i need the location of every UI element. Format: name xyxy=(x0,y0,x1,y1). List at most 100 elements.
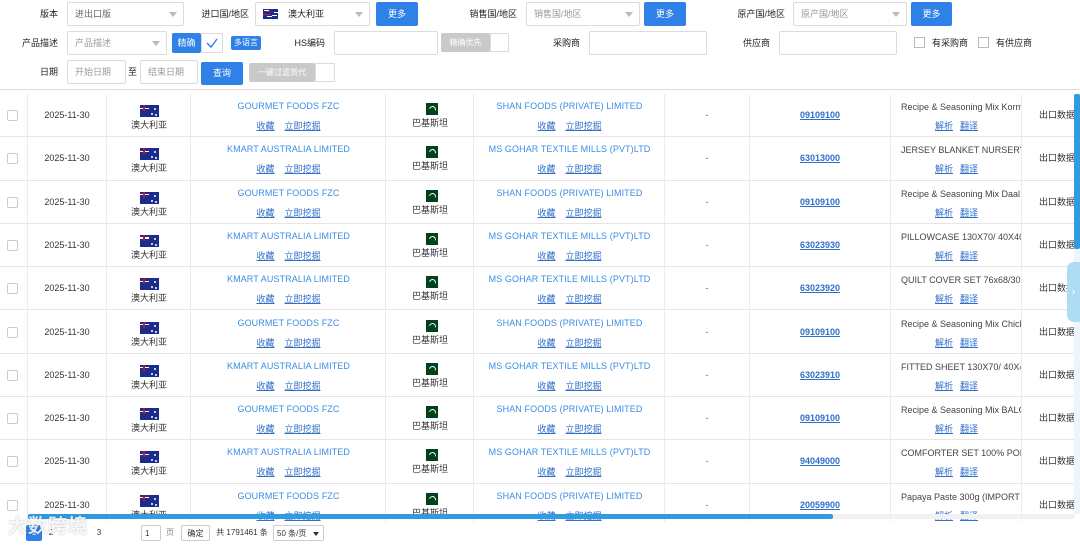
mine-button[interactable]: 立即挖掘 xyxy=(566,467,602,477)
hs-code-link[interactable]: 94049000 xyxy=(750,440,890,483)
origin-country-select[interactable]: 原产国/地区 xyxy=(793,2,907,26)
page-size-select[interactable]: 50 条/页 xyxy=(273,525,324,541)
mine-button[interactable]: 立即挖掘 xyxy=(285,381,321,391)
horizontal-scrollbar[interactable] xyxy=(28,514,1074,519)
importer-link[interactable]: GOURMET FOODS FZC xyxy=(191,101,386,111)
collect-button[interactable]: 收藏 xyxy=(256,121,274,131)
translate-button[interactable]: 翻译 xyxy=(960,121,978,131)
collect-button[interactable]: 收藏 xyxy=(537,208,555,218)
table-row[interactable]: 2025-11-30 澳大利亚 KMART AUSTRALIA LIMITED … xyxy=(0,137,1080,181)
sales-country-more-button[interactable]: 更多 xyxy=(644,2,686,26)
exact-first-toggle[interactable] xyxy=(490,33,509,52)
hs-code-link[interactable]: 63023910 xyxy=(750,354,890,397)
mine-button[interactable]: 立即挖掘 xyxy=(285,164,321,174)
exact-match-checkbox[interactable] xyxy=(201,33,223,53)
side-expand-tab[interactable]: › xyxy=(1067,262,1080,322)
table-row[interactable]: 2025-11-30 澳大利亚 KMART AUSTRALIA LIMITED … xyxy=(0,353,1080,398)
hs-code-link[interactable]: 20059900 xyxy=(750,484,890,527)
collect-button[interactable]: 收藏 xyxy=(256,424,274,434)
hs-code-link[interactable]: 09109100 xyxy=(750,181,890,224)
table-row[interactable]: 2025-11-30 澳大利亚 GOURMET FOODS FZC 收藏立即挖掘… xyxy=(0,397,1080,441)
collect-button[interactable]: 收藏 xyxy=(256,251,274,261)
search-button[interactable]: 查询 xyxy=(201,62,243,85)
mine-button[interactable]: 立即挖掘 xyxy=(285,424,321,434)
exporter-link[interactable]: SHAN FOODS (PRIVATE) LIMITED xyxy=(474,101,665,111)
horizontal-scrollbar-thumb[interactable] xyxy=(28,514,833,519)
translate-button[interactable]: 翻译 xyxy=(960,381,978,391)
hs-code-link[interactable]: 63023920 xyxy=(750,267,890,310)
row-checkbox[interactable] xyxy=(7,369,18,381)
filter-forwarder-button[interactable]: 一键过滤货代 xyxy=(249,63,315,82)
mine-button[interactable]: 立即挖掘 xyxy=(566,208,602,218)
row-checkbox[interactable] xyxy=(7,110,18,121)
filter-forwarder-toggle[interactable] xyxy=(315,63,335,82)
collect-button[interactable]: 收藏 xyxy=(256,208,274,218)
hs-code-link[interactable]: 63013000 xyxy=(750,137,890,180)
end-date-input[interactable]: 结束日期 xyxy=(140,60,198,84)
multi-language-button[interactable]: 多语言 xyxy=(231,36,261,50)
mine-button[interactable]: 立即挖掘 xyxy=(566,164,602,174)
analyze-button[interactable]: 解析 xyxy=(935,338,953,348)
collect-button[interactable]: 收藏 xyxy=(256,294,274,304)
importer-link[interactable]: KMART AUSTRALIA LIMITED xyxy=(191,361,386,371)
table-row[interactable]: 2025-11-30 澳大利亚 GOURMET FOODS FZC 收藏立即挖掘… xyxy=(0,483,1080,527)
origin-country-more-button[interactable]: 更多 xyxy=(911,2,952,26)
mine-button[interactable]: 立即挖掘 xyxy=(285,338,321,348)
analyze-button[interactable]: 解析 xyxy=(935,424,953,434)
translate-button[interactable]: 翻译 xyxy=(960,294,978,304)
importer-link[interactable]: GOURMET FOODS FZC xyxy=(191,318,386,328)
hs-code-input[interactable] xyxy=(334,31,438,55)
row-checkbox[interactable] xyxy=(7,456,18,468)
goto-confirm-button[interactable]: 确定 xyxy=(181,525,210,541)
row-checkbox[interactable] xyxy=(7,239,18,251)
importer-link[interactable]: KMART AUSTRALIA LIMITED xyxy=(191,274,386,284)
row-checkbox[interactable] xyxy=(7,153,18,165)
mine-button[interactable]: 立即挖掘 xyxy=(566,251,602,261)
hs-code-link[interactable]: 63023930 xyxy=(750,224,890,267)
analyze-button[interactable]: 解析 xyxy=(935,121,953,131)
analyze-button[interactable]: 解析 xyxy=(935,294,953,304)
mine-button[interactable]: 立即挖掘 xyxy=(285,208,321,218)
import-country-select[interactable]: 澳大利亚 xyxy=(255,2,370,26)
sales-country-select[interactable]: 销售国/地区 xyxy=(526,2,640,26)
table-row[interactable]: 2025-11-30 澳大利亚 GOURMET FOODS FZC 收藏立即挖掘… xyxy=(0,180,1080,224)
supplier-input[interactable] xyxy=(779,31,897,55)
row-checkbox[interactable] xyxy=(7,413,18,425)
analyze-button[interactable]: 解析 xyxy=(935,164,953,174)
collect-button[interactable]: 收藏 xyxy=(537,338,555,348)
hs-code-link[interactable]: 09109100 xyxy=(750,94,890,137)
mine-button[interactable]: 立即挖掘 xyxy=(566,424,602,434)
translate-button[interactable]: 翻译 xyxy=(960,467,978,477)
exporter-link[interactable]: MS GOHAR TEXTILE MILLS (PVT)LTD xyxy=(474,361,665,371)
hs-code-link[interactable]: 09109100 xyxy=(750,311,890,354)
product-desc-input[interactable]: 产品描述 xyxy=(67,31,167,55)
start-date-input[interactable]: 开始日期 xyxy=(67,60,126,84)
analyze-button[interactable]: 解析 xyxy=(935,208,953,218)
collect-button[interactable]: 收藏 xyxy=(537,121,555,131)
analyze-button[interactable]: 解析 xyxy=(935,381,953,391)
exporter-link[interactable]: MS GOHAR TEXTILE MILLS (PVT)LTD xyxy=(474,231,665,241)
exporter-link[interactable]: SHAN FOODS (PRIVATE) LIMITED xyxy=(474,404,665,414)
importer-link[interactable]: GOURMET FOODS FZC xyxy=(191,188,386,198)
table-row[interactable]: 2025-11-30 澳大利亚 KMART AUSTRALIA LIMITED … xyxy=(0,440,1080,484)
collect-button[interactable]: 收藏 xyxy=(537,424,555,434)
exact-match-button[interactable]: 精确 xyxy=(172,33,201,53)
has-supplier-checkbox[interactable] xyxy=(978,37,989,48)
collect-button[interactable]: 收藏 xyxy=(256,338,274,348)
importer-link[interactable]: KMART AUSTRALIA LIMITED xyxy=(191,144,386,154)
collect-button[interactable]: 收藏 xyxy=(256,164,274,174)
collect-button[interactable]: 收藏 xyxy=(537,467,555,477)
analyze-button[interactable]: 解析 xyxy=(935,251,953,261)
mine-button[interactable]: 立即挖掘 xyxy=(285,121,321,131)
collect-button[interactable]: 收藏 xyxy=(256,467,274,477)
mine-button[interactable]: 立即挖掘 xyxy=(285,467,321,477)
importer-link[interactable]: GOURMET FOODS FZC xyxy=(191,491,386,501)
translate-button[interactable]: 翻译 xyxy=(960,338,978,348)
collect-button[interactable]: 收藏 xyxy=(537,381,555,391)
importer-link[interactable]: KMART AUSTRALIA LIMITED xyxy=(191,447,386,457)
goto-page-input[interactable]: 1 xyxy=(141,525,161,541)
page-3-button[interactable]: 3 xyxy=(94,525,104,541)
version-select[interactable]: 进出口版 xyxy=(67,2,184,26)
row-checkbox[interactable] xyxy=(7,499,18,511)
mine-button[interactable]: 立即挖掘 xyxy=(566,338,602,348)
